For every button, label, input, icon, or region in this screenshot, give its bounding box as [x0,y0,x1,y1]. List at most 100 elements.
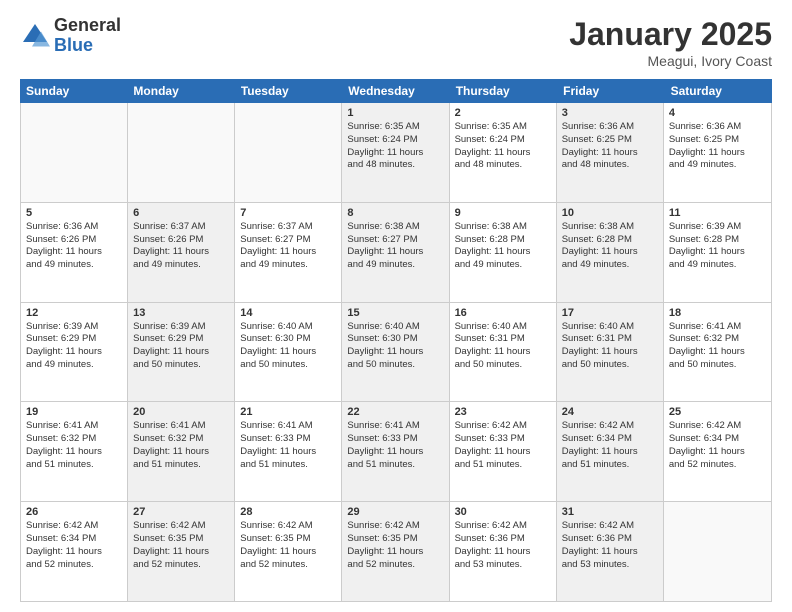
calendar-day-11: 11 Sunrise: 6:39 AM Sunset: 6:28 PM Dayli… [664,203,771,302]
day-number: 16 [455,307,551,319]
calendar-day-10: 10 Sunrise: 6:38 AM Sunset: 6:28 PM Dayli… [557,203,664,302]
day-number: 6 [133,207,229,219]
calendar-day-14: 14 Sunrise: 6:40 AM Sunset: 6:30 PM Dayli… [235,303,342,402]
day-number: 4 [669,107,766,119]
day-info: Sunrise: 6:35 AM Sunset: 6:24 PM Dayligh… [347,121,443,172]
day-info: Sunrise: 6:42 AM Sunset: 6:36 PM Dayligh… [562,520,658,571]
title-section: January 2025 Meagui, Ivory Coast [569,16,772,69]
calendar-day-31: 31 Sunrise: 6:42 AM Sunset: 6:36 PM Dayli… [557,502,664,601]
calendar-day-25: 25 Sunrise: 6:42 AM Sunset: 6:34 PM Dayli… [664,402,771,501]
day-number: 14 [240,307,336,319]
day-info: Sunrise: 6:37 AM Sunset: 6:27 PM Dayligh… [240,221,336,272]
day-info: Sunrise: 6:40 AM Sunset: 6:30 PM Dayligh… [240,321,336,372]
logo-icon [20,21,50,51]
day-info: Sunrise: 6:41 AM Sunset: 6:32 PM Dayligh… [669,321,766,372]
weekday-header-wednesday: Wednesday [342,79,449,103]
calendar-body: 1 Sunrise: 6:35 AM Sunset: 6:24 PM Daylig… [21,103,771,601]
day-info: Sunrise: 6:40 AM Sunset: 6:30 PM Dayligh… [347,321,443,372]
day-info: Sunrise: 6:37 AM Sunset: 6:26 PM Dayligh… [133,221,229,272]
day-info: Sunrise: 6:42 AM Sunset: 6:35 PM Dayligh… [347,520,443,571]
day-number: 10 [562,207,658,219]
calendar-day-1: 1 Sunrise: 6:35 AM Sunset: 6:24 PM Daylig… [342,103,449,202]
logo-text: General Blue [54,16,121,56]
day-number: 20 [133,406,229,418]
calendar-day-18: 18 Sunrise: 6:41 AM Sunset: 6:32 PM Dayli… [664,303,771,402]
calendar-empty-cell [21,103,128,202]
day-number: 25 [669,406,766,418]
day-info: Sunrise: 6:35 AM Sunset: 6:24 PM Dayligh… [455,121,551,172]
day-number: 24 [562,406,658,418]
day-info: Sunrise: 6:39 AM Sunset: 6:28 PM Dayligh… [669,221,766,272]
day-info: Sunrise: 6:40 AM Sunset: 6:31 PM Dayligh… [562,321,658,372]
day-info: Sunrise: 6:36 AM Sunset: 6:25 PM Dayligh… [562,121,658,172]
day-info: Sunrise: 6:42 AM Sunset: 6:33 PM Dayligh… [455,420,551,471]
day-info: Sunrise: 6:39 AM Sunset: 6:29 PM Dayligh… [26,321,122,372]
day-info: Sunrise: 6:42 AM Sunset: 6:34 PM Dayligh… [669,420,766,471]
calendar-day-7: 7 Sunrise: 6:37 AM Sunset: 6:27 PM Daylig… [235,203,342,302]
day-info: Sunrise: 6:41 AM Sunset: 6:33 PM Dayligh… [347,420,443,471]
day-number: 31 [562,506,658,518]
calendar-day-27: 27 Sunrise: 6:42 AM Sunset: 6:35 PM Dayli… [128,502,235,601]
day-number: 5 [26,207,122,219]
calendar-day-8: 8 Sunrise: 6:38 AM Sunset: 6:27 PM Daylig… [342,203,449,302]
day-info: Sunrise: 6:42 AM Sunset: 6:34 PM Dayligh… [562,420,658,471]
weekday-header-monday: Monday [127,79,234,103]
location-subtitle: Meagui, Ivory Coast [569,53,772,69]
calendar-day-24: 24 Sunrise: 6:42 AM Sunset: 6:34 PM Dayli… [557,402,664,501]
calendar-day-3: 3 Sunrise: 6:36 AM Sunset: 6:25 PM Daylig… [557,103,664,202]
logo: General Blue [20,16,121,56]
day-info: Sunrise: 6:38 AM Sunset: 6:28 PM Dayligh… [562,221,658,272]
day-number: 23 [455,406,551,418]
weekday-header-sunday: Sunday [20,79,127,103]
calendar-day-29: 29 Sunrise: 6:42 AM Sunset: 6:35 PM Dayli… [342,502,449,601]
weekday-header-saturday: Saturday [665,79,772,103]
calendar-day-15: 15Sunrise: 6:40 AM Sunset: 6:30 PM Dayli… [342,303,449,402]
calendar: SundayMondayTuesdayWednesdayThursdayFrid… [20,79,772,602]
day-info: Sunrise: 6:40 AM Sunset: 6:31 PM Dayligh… [455,321,551,372]
calendar-row-4: 19 Sunrise: 6:41 AM Sunset: 6:32 PM Dayli… [21,402,771,502]
month-title: January 2025 [569,16,772,53]
calendar-day-13: 13Sunrise: 6:39 AM Sunset: 6:29 PM Dayli… [128,303,235,402]
day-number: 8 [347,207,443,219]
calendar-day-17: 17 Sunrise: 6:40 AM Sunset: 6:31 PM Dayli… [557,303,664,402]
calendar-day-2: 2 Sunrise: 6:35 AM Sunset: 6:24 PM Daylig… [450,103,557,202]
day-number: 28 [240,506,336,518]
calendar-day-9: 9Sunrise: 6:38 AM Sunset: 6:28 PM Daylig… [450,203,557,302]
day-number: 26 [26,506,122,518]
calendar-day-16: 16 Sunrise: 6:40 AM Sunset: 6:31 PM Dayli… [450,303,557,402]
day-info: Sunrise: 6:42 AM Sunset: 6:35 PM Dayligh… [240,520,336,571]
day-number: 12 [26,307,122,319]
day-number: 2 [455,107,551,119]
calendar-day-30: 30Sunrise: 6:42 AM Sunset: 6:36 PM Dayli… [450,502,557,601]
calendar-day-12: 12 Sunrise: 6:39 AM Sunset: 6:29 PM Dayli… [21,303,128,402]
calendar-day-6: 6 Sunrise: 6:37 AM Sunset: 6:26 PM Daylig… [128,203,235,302]
day-number: 7 [240,207,336,219]
day-number: 17 [562,307,658,319]
calendar-body-outer: 1 Sunrise: 6:35 AM Sunset: 6:24 PM Daylig… [20,103,772,602]
day-number: 29 [347,506,443,518]
calendar-day-4: 4 Sunrise: 6:36 AM Sunset: 6:25 PM Daylig… [664,103,771,202]
day-number: 11 [669,207,766,219]
day-info: Sunrise: 6:42 AM Sunset: 6:36 PM Dayligh… [455,520,551,571]
calendar-row-2: 5Sunrise: 6:36 AM Sunset: 6:26 PM Daylig… [21,203,771,303]
day-number: 1 [347,107,443,119]
day-info: Sunrise: 6:41 AM Sunset: 6:32 PM Dayligh… [133,420,229,471]
day-info: Sunrise: 6:41 AM Sunset: 6:33 PM Dayligh… [240,420,336,471]
calendar-day-28: 28 Sunrise: 6:42 AM Sunset: 6:35 PM Dayli… [235,502,342,601]
day-number: 9 [455,207,551,219]
day-number: 27 [133,506,229,518]
day-info: Sunrise: 6:38 AM Sunset: 6:27 PM Dayligh… [347,221,443,272]
calendar-empty-cell [235,103,342,202]
day-info: Sunrise: 6:36 AM Sunset: 6:25 PM Dayligh… [669,121,766,172]
day-info: Sunrise: 6:42 AM Sunset: 6:35 PM Dayligh… [133,520,229,571]
header: General Blue January 2025 Meagui, Ivory … [20,16,772,69]
calendar-day-22: 22Sunrise: 6:41 AM Sunset: 6:33 PM Dayli… [342,402,449,501]
day-number: 21 [240,406,336,418]
day-number: 18 [669,307,766,319]
calendar-header: SundayMondayTuesdayWednesdayThursdayFrid… [20,79,772,103]
weekday-header-tuesday: Tuesday [235,79,342,103]
calendar-empty-cell [664,502,771,601]
day-number: 19 [26,406,122,418]
day-number: 3 [562,107,658,119]
logo-blue-text: Blue [54,36,121,56]
